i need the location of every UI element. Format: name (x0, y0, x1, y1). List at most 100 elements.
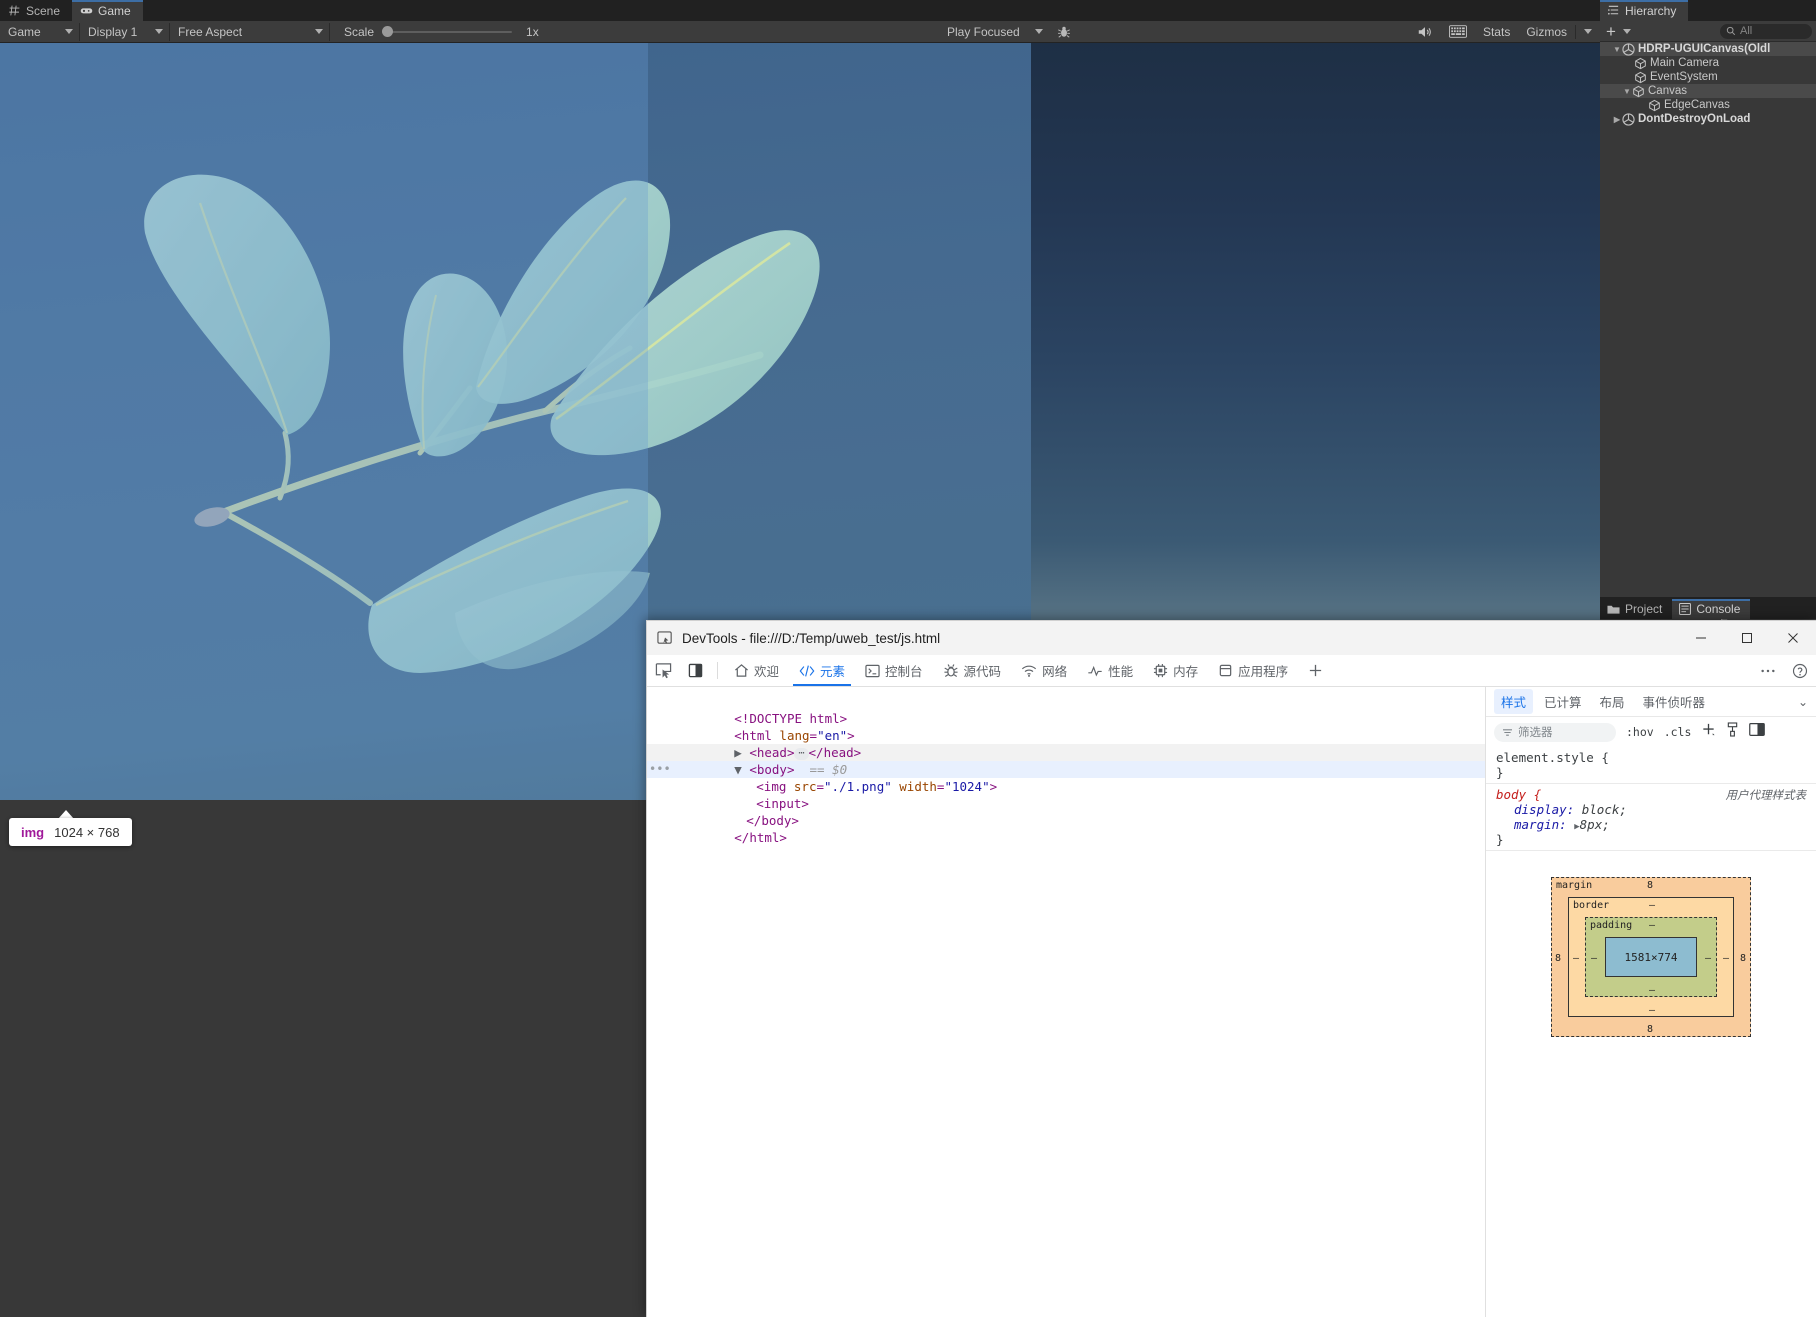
stats-button[interactable]: Stats (1475, 23, 1518, 41)
maximize-button[interactable] (1724, 621, 1770, 655)
style-prop-margin[interactable]: margin (1514, 817, 1559, 832)
tab-project-label: Project (1625, 602, 1662, 616)
tab-console[interactable]: Console (1672, 599, 1750, 619)
hierarchy-row-eventsystem[interactable]: EventSystem (1600, 70, 1816, 84)
style-rule-selector[interactable]: body { (1496, 787, 1541, 802)
toggle-device-toolbar-button[interactable] (679, 655, 711, 686)
hierarchy-row-canvas[interactable]: ▼ Canvas (1600, 84, 1816, 98)
inspect-element-button[interactable] (647, 655, 679, 686)
paint-bucket-icon (1726, 722, 1739, 737)
minimize-button[interactable] (1678, 621, 1724, 655)
style-rule-element-style[interactable]: element.style { } (1486, 747, 1816, 784)
device-panel-icon (688, 663, 703, 678)
add-gameobject-icon[interactable]: + (1606, 23, 1616, 40)
hierarchy-row-dontdestroyonload[interactable]: ▶ DontDestroyOnLoad (1600, 112, 1816, 126)
cls-toggle[interactable]: .cls (1664, 725, 1692, 739)
close-button[interactable] (1770, 621, 1816, 655)
gizmos-dropdown[interactable] (1576, 23, 1600, 41)
tab-network[interactable]: 网络 (1011, 655, 1077, 686)
toggle-sidebar-button[interactable] (1749, 723, 1765, 741)
styles-tab-computed[interactable]: 已计算 (1537, 689, 1589, 714)
unity-scene-icon (1622, 113, 1635, 126)
tab-elements-label: 元素 (820, 661, 845, 680)
collapsed-content-badge[interactable]: ⋯ (794, 748, 808, 760)
expand-triangle-icon[interactable]: ▶ (734, 745, 749, 760)
box-model-border-right[interactable]: – (1723, 953, 1729, 964)
box-model-padding-bottom[interactable]: – (1649, 985, 1655, 996)
copy-styles-button[interactable] (1726, 722, 1739, 742)
tab-performance[interactable]: 性能 (1077, 655, 1143, 686)
chevron-down-icon[interactable]: ⌄ (1798, 695, 1808, 709)
style-rule-selector[interactable]: element.style { (1496, 750, 1806, 765)
plus-icon (1308, 663, 1323, 678)
style-rule-origin: 用户代理样式表 (1726, 787, 1807, 803)
gizmos-button[interactable]: Gizmos (1518, 23, 1575, 41)
box-model-margin-bottom[interactable]: 8 (1647, 1024, 1653, 1035)
dom-attr-src-value: "./1.png" (824, 779, 892, 794)
tab-welcome[interactable]: 欢迎 (724, 655, 789, 686)
stats-grid-button[interactable] (1441, 23, 1475, 41)
collapse-triangle-icon[interactable]: ▼ (734, 762, 749, 777)
hierarchy-row-edgecanvas[interactable]: EdgeCanvas (1600, 98, 1816, 112)
maximize-icon (1741, 632, 1753, 644)
more-options-button[interactable] (1752, 668, 1784, 674)
box-model-padding-left[interactable]: – (1591, 953, 1597, 964)
box-model-border-left[interactable]: – (1573, 953, 1579, 964)
box-model-margin-left[interactable]: 8 (1555, 953, 1561, 964)
box-model-margin-right[interactable]: 8 (1740, 953, 1746, 964)
tab-elements[interactable]: 元素 (789, 655, 855, 686)
hierarchy-search-input[interactable]: All (1720, 24, 1812, 39)
box-model-border-bottom[interactable]: – (1649, 1005, 1655, 1016)
hov-toggle[interactable]: :hov (1626, 725, 1654, 739)
box-model-padding-right[interactable]: – (1705, 953, 1711, 964)
dom-line-doctype[interactable]: <!DOCTYPE html> (647, 693, 1485, 710)
dom-tree-panel[interactable]: <!DOCTYPE html> <html lang="en"> ▶ <head… (647, 687, 1485, 1317)
hierarchy-row-main-camera[interactable]: Main Camera (1600, 56, 1816, 70)
styles-tab-styles[interactable]: 样式 (1494, 689, 1533, 714)
style-value-margin[interactable]: 8px; (1580, 817, 1610, 832)
box-model-padding-top[interactable]: – (1649, 920, 1655, 931)
aspect-dropdown[interactable]: Free Aspect (170, 23, 330, 41)
scale-slider[interactable] (382, 25, 512, 39)
tab-application[interactable]: 应用程序 (1208, 655, 1298, 686)
tab-sources[interactable]: 源代码 (933, 655, 1012, 686)
devtools-title-bar[interactable]: DevTools - file:///D:/Temp/uweb_test/js.… (647, 621, 1816, 655)
styles-tab-layout[interactable]: 布局 (1593, 689, 1632, 714)
style-rule-body[interactable]: 用户代理样式表 body { display: block; margin: ▶… (1486, 784, 1816, 851)
tab-scene[interactable]: Scene (0, 0, 72, 21)
box-model-diagram[interactable]: 1581×774 margin border padding 8 8 8 8 –… (1551, 877, 1751, 1037)
style-value-display[interactable]: block; (1582, 802, 1627, 817)
box-model-content-region[interactable]: 1581×774 (1605, 937, 1697, 977)
row-menu-icon[interactable]: ••• (649, 761, 671, 778)
help-button[interactable] (1784, 663, 1816, 679)
debug-bug-button[interactable] (1049, 23, 1079, 41)
hierarchy-row-label: DontDestroyOnLoad (1638, 113, 1750, 125)
hierarchy-row-hdrp-uguicanvas[interactable]: ▼ HDRP-UGUICanvas(Oldl (1600, 42, 1816, 56)
box-model-margin-top[interactable]: 8 (1647, 880, 1653, 891)
style-prop-display[interactable]: display (1514, 802, 1567, 817)
box-model-border-top[interactable]: – (1649, 900, 1655, 911)
style-rule-close: } (1496, 765, 1806, 780)
display-dropdown[interactable]: Display 1 (80, 23, 170, 41)
display-value: Display 1 (88, 25, 137, 39)
tab-game[interactable]: Game (72, 0, 143, 21)
tab-project[interactable]: Project (1600, 599, 1672, 619)
collapse-triangle-icon[interactable]: ▶ (1612, 115, 1622, 124)
view-mode-dropdown[interactable]: Game (0, 23, 80, 41)
tab-console[interactable]: 控制台 (855, 655, 933, 686)
styles-filter-bar: 筛选器 :hov .cls (1486, 717, 1816, 747)
dom-attr-width: width (899, 779, 937, 794)
tab-memory[interactable]: 内存 (1143, 655, 1208, 686)
mute-audio-button[interactable] (1409, 23, 1441, 41)
chevron-down-icon[interactable] (1623, 29, 1631, 34)
styles-tab-event-listeners[interactable]: 事件侦听器 (1636, 689, 1713, 714)
add-panel-button[interactable] (1298, 655, 1333, 686)
scale-slider-knob[interactable] (382, 26, 393, 37)
hierarchy-tabstrip: Hierarchy (1600, 0, 1816, 21)
tab-hierarchy[interactable]: Hierarchy (1600, 0, 1688, 21)
expand-triangle-icon[interactable]: ▼ (1622, 87, 1632, 96)
play-mode-dropdown[interactable]: Play Focused (939, 23, 1049, 41)
styles-filter-input[interactable]: 筛选器 (1494, 723, 1616, 742)
new-style-rule-button[interactable] (1701, 722, 1716, 742)
expand-triangle-icon[interactable]: ▼ (1612, 45, 1622, 54)
